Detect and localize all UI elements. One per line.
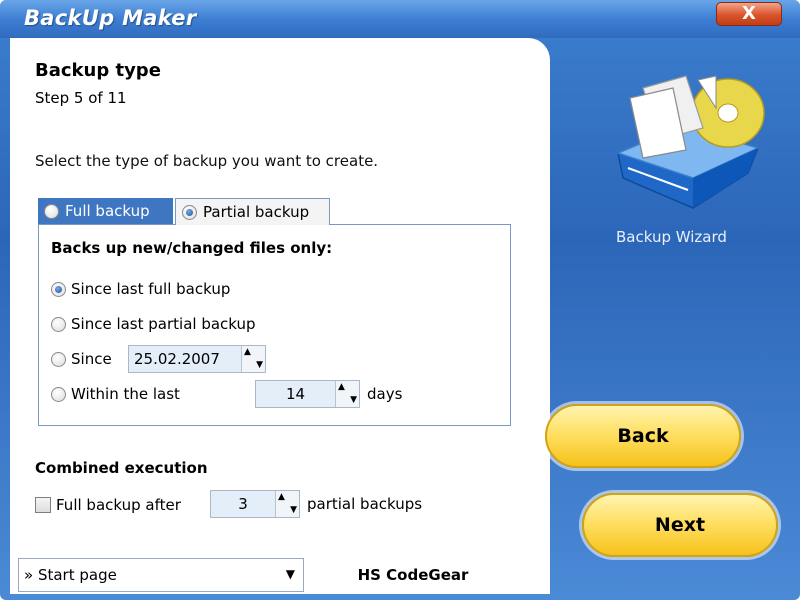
app-window: BackUp Maker X Backup Wizard Backup type… bbox=[0, 0, 800, 600]
page-heading: Backup type bbox=[35, 60, 161, 81]
spin-arrows-icon[interactable]: ▲ ▼ bbox=[335, 381, 359, 407]
tab-full-backup[interactable]: Full backup bbox=[38, 198, 173, 224]
option-since-date[interactable]: Since bbox=[51, 348, 112, 370]
group-title: Backs up new/changed files only: bbox=[51, 239, 333, 257]
spin-arrows-icon[interactable]: ▲ ▼ bbox=[275, 491, 299, 517]
option-label: Since last partial backup bbox=[71, 315, 256, 333]
backup-drive-icon bbox=[598, 58, 768, 228]
start-page-select[interactable]: » Start page ▼ bbox=[18, 558, 304, 592]
tab-partial-backup[interactable]: Partial backup bbox=[175, 198, 330, 225]
radio-icon bbox=[51, 281, 66, 297]
back-button[interactable]: Back bbox=[545, 404, 741, 468]
radio-icon bbox=[51, 386, 66, 402]
radio-icon bbox=[51, 351, 66, 367]
full-backup-after-checkbox[interactable]: Full backup after bbox=[35, 494, 181, 516]
step-indicator: Step 5 of 11 bbox=[35, 89, 127, 107]
chevron-down-icon: ▼ bbox=[285, 567, 295, 581]
company-label: HS CodeGear bbox=[316, 558, 510, 592]
close-icon: X bbox=[742, 3, 756, 24]
radio-icon bbox=[44, 203, 59, 219]
next-button[interactable]: Next bbox=[582, 493, 778, 557]
instruction-text: Select the type of backup you want to cr… bbox=[35, 152, 379, 170]
wizard-content-panel: Backup type Step 5 of 11 Select the type… bbox=[10, 38, 550, 594]
combined-execution-title: Combined execution bbox=[35, 459, 208, 477]
option-since-last-partial[interactable]: Since last partial backup bbox=[51, 313, 256, 335]
date-field[interactable]: 25.02.2007 ▲ ▼ bbox=[128, 345, 266, 373]
checkbox-label: Full backup after bbox=[56, 496, 181, 514]
title-bar: BackUp Maker X bbox=[0, 0, 800, 38]
close-button[interactable]: X bbox=[716, 2, 782, 26]
tab-label: Full backup bbox=[65, 202, 150, 220]
radio-icon bbox=[182, 204, 197, 220]
option-since-last-full[interactable]: Since last full backup bbox=[51, 278, 230, 300]
date-value: 25.02.2007 bbox=[134, 350, 220, 368]
tab-label: Partial backup bbox=[203, 203, 310, 221]
window-title: BackUp Maker bbox=[24, 6, 197, 30]
partial-count-value: 3 bbox=[238, 495, 248, 513]
partial-count-stepper[interactable]: 3 ▲ ▼ bbox=[210, 490, 300, 518]
option-label: Since bbox=[71, 350, 112, 368]
wizard-label: Backup Wizard bbox=[616, 228, 727, 246]
start-page-label: » Start page bbox=[24, 566, 117, 584]
days-suffix: days bbox=[367, 385, 403, 403]
spin-arrows-icon[interactable]: ▲ ▼ bbox=[241, 346, 265, 372]
checkbox-icon bbox=[35, 497, 51, 513]
option-label: Within the last bbox=[71, 385, 180, 403]
days-stepper[interactable]: 14 ▲ ▼ bbox=[255, 380, 360, 408]
option-label: Since last full backup bbox=[71, 280, 231, 298]
days-value: 14 bbox=[285, 385, 306, 403]
partial-options-group: Backs up new/changed files only: Since l… bbox=[38, 224, 511, 426]
partial-backups-suffix: partial backups bbox=[307, 495, 423, 513]
option-within-last[interactable]: Within the last bbox=[51, 383, 180, 405]
radio-icon bbox=[51, 316, 66, 332]
